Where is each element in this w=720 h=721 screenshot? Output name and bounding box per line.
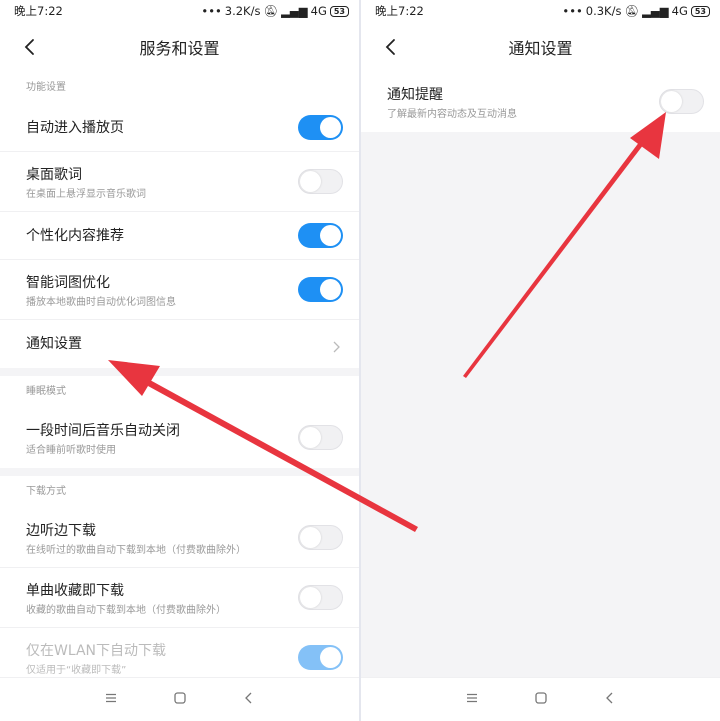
toggle-switch[interactable] [298, 169, 343, 194]
network-speed: 3.2K/s [224, 4, 261, 18]
mute-icon: 🔕︎ [263, 4, 279, 18]
battery-icon: 53 [690, 5, 710, 17]
page-title: 服务和设置 [139, 39, 220, 58]
setting-notification-reminder[interactable]: 通知提醒 了解最新内容动态及互动消息 [361, 72, 720, 132]
toggle-switch[interactable] [659, 89, 704, 114]
toggle-switch[interactable] [298, 585, 343, 610]
chevron-right-icon [333, 338, 341, 353]
signal-icon: ▂▄▆ [281, 4, 308, 18]
section-header-sleep: 睡眠模式 [26, 386, 66, 397]
section-header-function: 功能设置 [26, 82, 66, 93]
toggle-switch[interactable] [298, 277, 343, 302]
back-arrow-icon[interactable] [20, 35, 40, 59]
setting-sleep-timer[interactable]: 一段时间后音乐自动关闭 适合睡前听歌时使用 [0, 408, 359, 468]
setting-desktop-lyrics[interactable]: 桌面歌词 在桌面上悬浮显示音乐歌词 [0, 152, 359, 212]
menu-icon[interactable] [104, 690, 118, 709]
home-icon[interactable] [173, 690, 187, 709]
setting-auto-play-page[interactable]: 自动进入播放页 [0, 104, 359, 152]
setting-notification[interactable]: 通知设置 [0, 320, 359, 368]
settings-screen: 晚上7:22 ••• 3.2K/s 🔕︎ ▂▄▆ 4G 53 服务和设置 功能设… [0, 0, 359, 721]
empty-content-area [361, 132, 720, 677]
setting-smart-lyrics-cover[interactable]: 智能词图优化 播放本地歌曲时自动优化词图信息 [0, 260, 359, 320]
dots-icon: ••• [201, 4, 222, 18]
status-time: 晚上7:22 [14, 4, 63, 18]
toggle-switch[interactable] [298, 425, 343, 450]
notification-settings-screen: 晚上7:22 ••• 0.3K/s 🔕︎ ▂▄▆ 4G 53 通知设置 通知提醒… [361, 0, 720, 721]
page-title: 通知设置 [508, 39, 573, 58]
dots-icon: ••• [562, 4, 583, 18]
setting-download-while-listening[interactable]: 边听边下载 在线听过的歌曲自动下载到本地（付费歌曲除外） [0, 508, 359, 568]
status-bar: 晚上7:22 ••• 0.3K/s 🔕︎ ▂▄▆ 4G 53 [361, 0, 720, 22]
setting-personalized-recommend[interactable]: 个性化内容推荐 [0, 212, 359, 260]
battery-icon: 53 [329, 5, 349, 17]
network-speed: 0.3K/s [585, 4, 622, 18]
back-icon[interactable] [603, 690, 617, 709]
toggle-switch[interactable] [298, 115, 343, 140]
network-type: 4G [310, 4, 327, 18]
section-header-download: 下载方式 [26, 486, 66, 497]
status-time: 晚上7:22 [375, 4, 424, 18]
back-icon[interactable] [242, 690, 256, 709]
title-bar: 服务和设置 [0, 22, 359, 72]
menu-icon[interactable] [465, 690, 479, 709]
toggle-switch[interactable] [298, 525, 343, 550]
status-bar: 晚上7:22 ••• 3.2K/s 🔕︎ ▂▄▆ 4G 53 [0, 0, 359, 22]
home-icon[interactable] [534, 690, 548, 709]
toggle-switch[interactable] [298, 223, 343, 248]
title-bar: 通知设置 [361, 22, 720, 72]
mute-icon: 🔕︎ [624, 4, 640, 18]
toggle-switch[interactable] [298, 645, 343, 670]
setting-download-on-favorite[interactable]: 单曲收藏即下载 收藏的歌曲自动下载到本地（付费歌曲除外） [0, 568, 359, 628]
back-arrow-icon[interactable] [381, 35, 401, 59]
system-nav-bar [0, 677, 359, 721]
system-nav-bar [361, 677, 720, 721]
network-type: 4G [671, 4, 688, 18]
signal-icon: ▂▄▆ [642, 4, 669, 18]
